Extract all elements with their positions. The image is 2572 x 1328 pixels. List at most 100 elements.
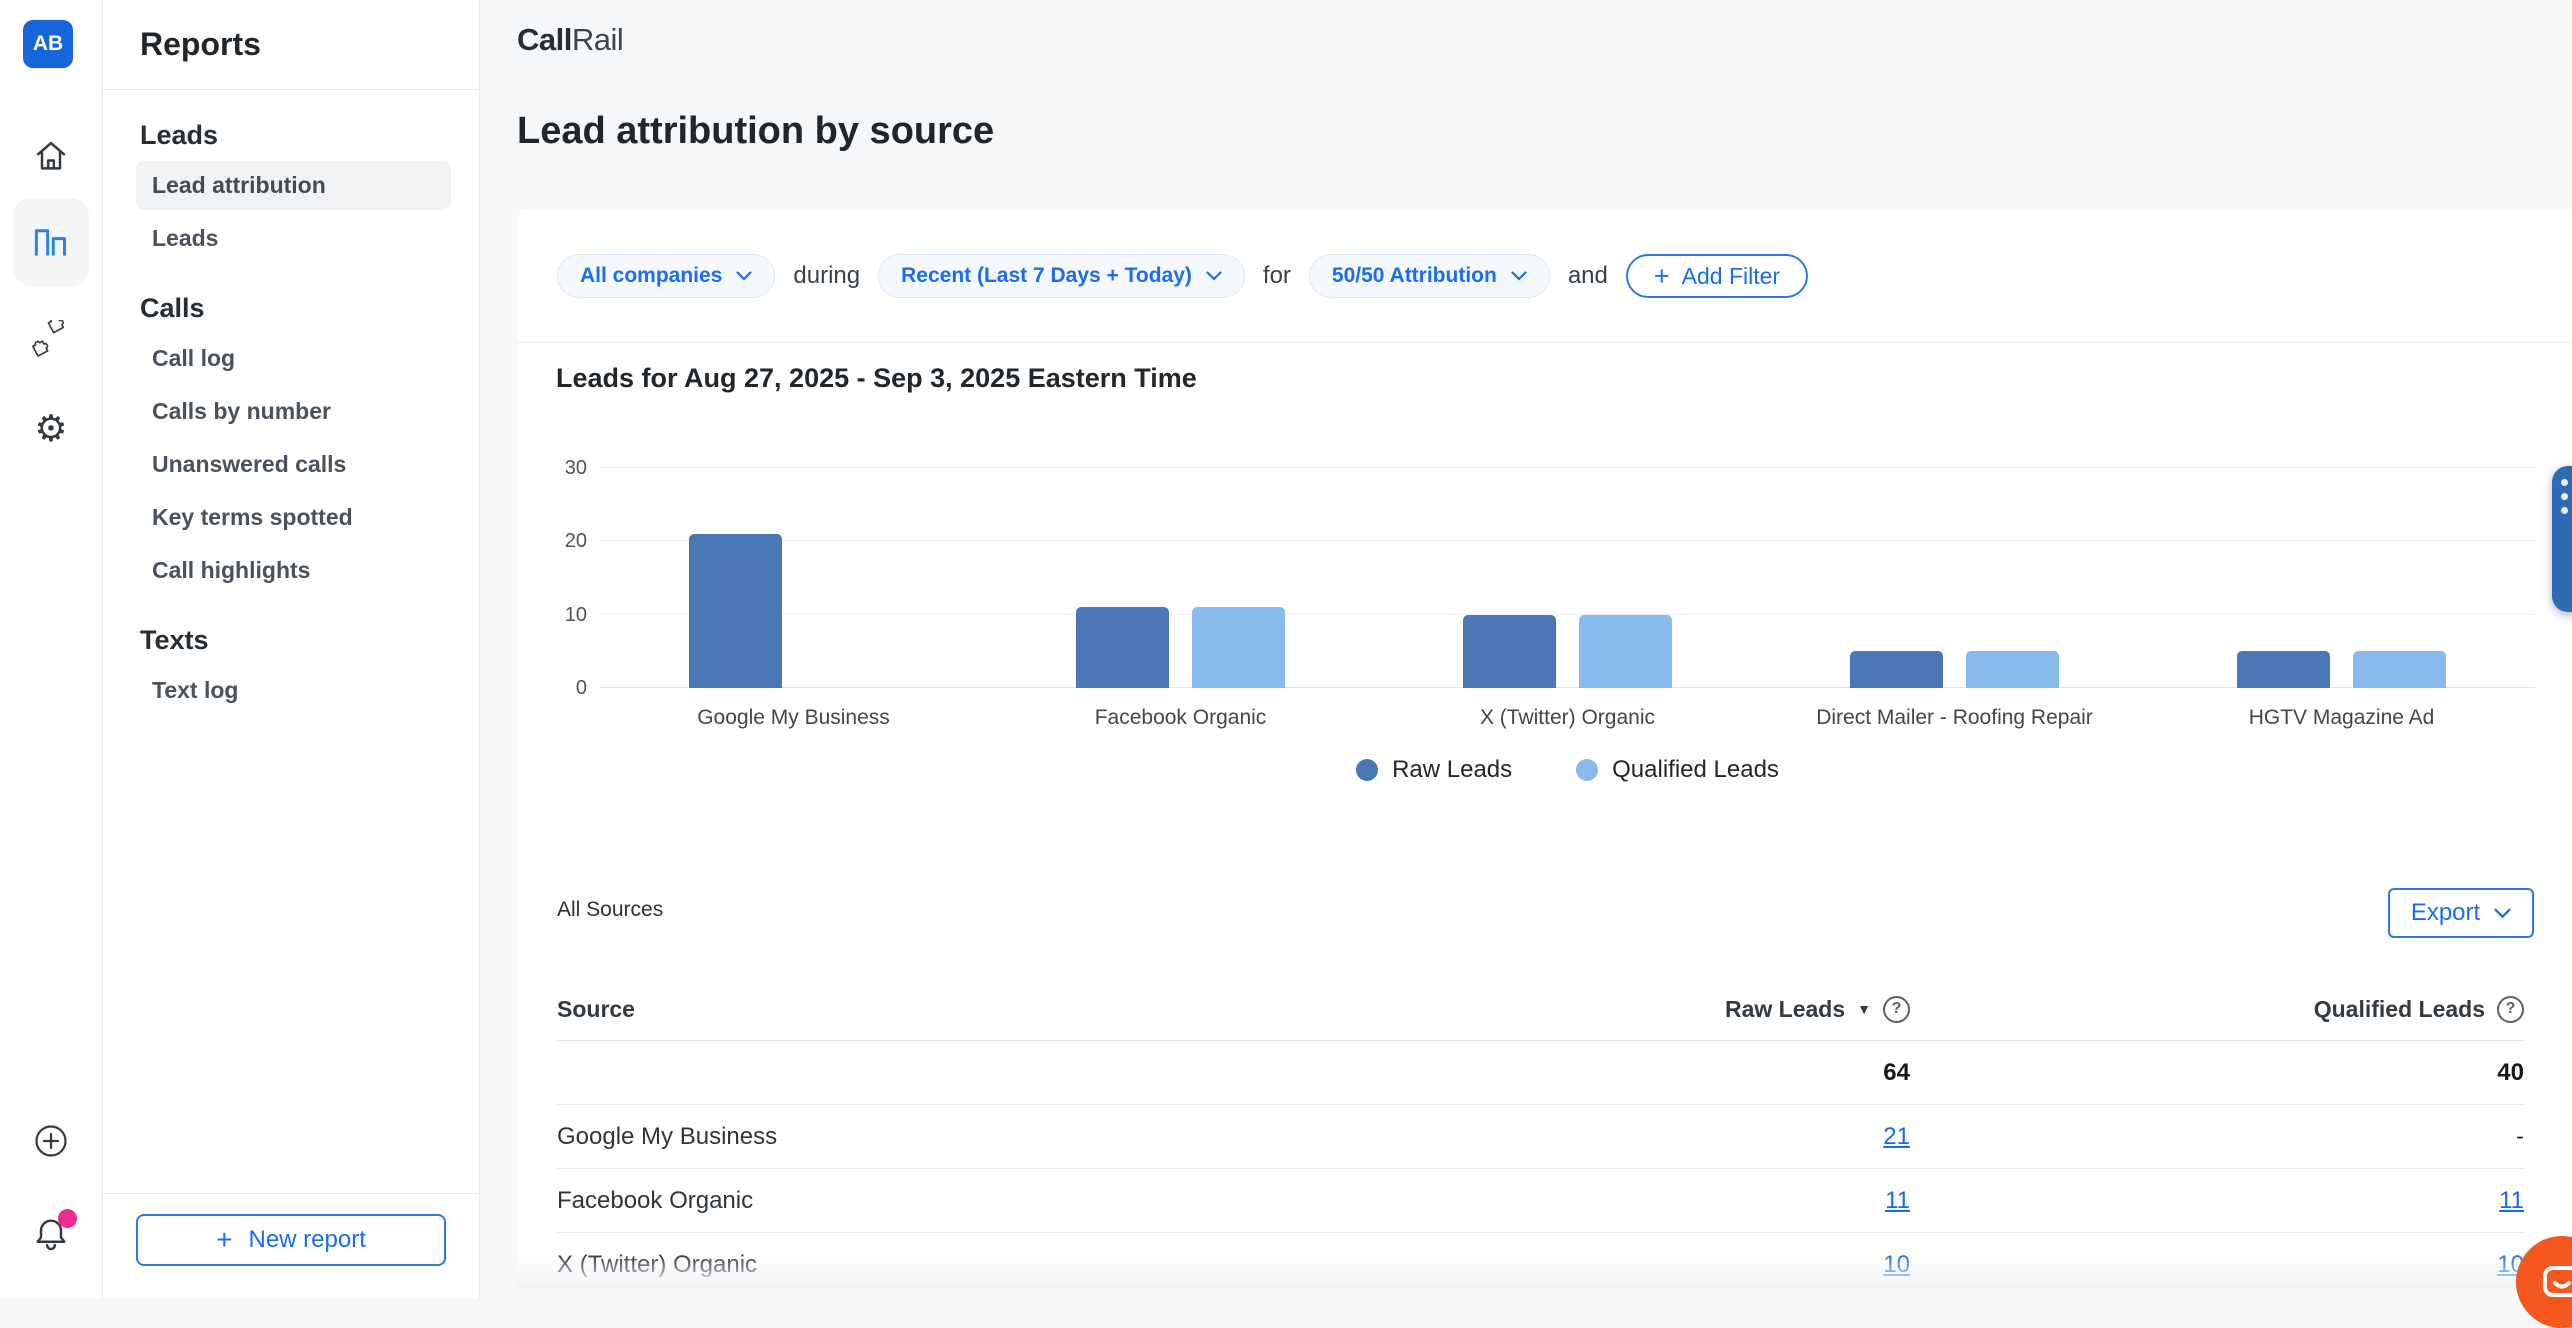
- add-filter-button[interactable]: + Add Filter: [1626, 254, 1808, 298]
- icon-rail: AB ⚙: [0, 0, 103, 1298]
- legend-qualified-leads: Qualified Leads: [1576, 756, 1779, 784]
- sidebar-item-calls-by-number[interactable]: Calls by number: [136, 387, 451, 436]
- qualified-leads-bar: [1966, 651, 2059, 688]
- sidebar-item-call-highlights[interactable]: Call highlights: [136, 546, 451, 595]
- bar-group-x-twitter-organic: [1374, 468, 1761, 688]
- sidebar-footer-divider: [102, 1193, 479, 1194]
- avatar-initials: AB: [33, 32, 63, 56]
- legend-label-raw-leads: Raw Leads: [1392, 756, 1512, 784]
- plus-circle-icon[interactable]: [0, 1124, 102, 1158]
- sort-desc-icon: ▼: [1857, 1001, 1871, 1017]
- qualified-leads-cell: 11: [2499, 1187, 2524, 1215]
- sidebar-item-leads[interactable]: Leads: [136, 214, 451, 263]
- page-title: Lead attribution by source: [517, 110, 994, 153]
- y-tick-10: 10: [565, 603, 587, 627]
- filter-word-and: and: [1568, 262, 1608, 290]
- qualified-leads-cell: -: [2516, 1123, 2524, 1151]
- table-totals-row: 64 40: [557, 1041, 2524, 1105]
- raw-leads-value[interactable]: 10: [1883, 1251, 1910, 1279]
- qualified-leads-value[interactable]: 11: [2499, 1187, 2524, 1215]
- sidebar-divider: [102, 89, 479, 90]
- x-label-facebook-organic: Facebook Organic: [987, 706, 1374, 730]
- bell-icon[interactable]: [0, 1214, 102, 1259]
- account-avatar[interactable]: AB: [23, 20, 73, 68]
- table-row-x-twitter-organic: X (Twitter) Organic1010: [557, 1233, 2524, 1288]
- x-label-google-my-business: Google My Business: [600, 706, 987, 730]
- gear-settings-icon[interactable]: ⚙: [0, 410, 102, 447]
- sidebar-section-leads: Leads: [140, 120, 441, 151]
- sidebar-nav: LeadsLead attributionLeadsCallsCall logC…: [102, 120, 479, 715]
- raw-leads-bar: [1463, 615, 1556, 688]
- legend-dot-qualified-leads: [1576, 759, 1598, 781]
- legend-label-qualified-leads: Qualified Leads: [1612, 756, 1779, 784]
- raw-leads-value[interactable]: 11: [1885, 1187, 1910, 1215]
- card-divider: [517, 342, 2572, 343]
- bar-group-google-my-business: [600, 468, 987, 688]
- main-content: CallRail Lead attribution by source All …: [480, 0, 2572, 1298]
- date-range-dropdown[interactable]: Recent (Last 7 Days + Today): [878, 254, 1245, 298]
- filter-word-for: for: [1263, 262, 1291, 290]
- company-filter-dropdown[interactable]: All companies: [557, 254, 775, 298]
- help-icon[interactable]: ?: [2497, 996, 2524, 1023]
- table-header-row: Source Raw Leads ▼ ? Qualified Leads ?: [557, 978, 2524, 1041]
- raw-leads-cell: 11: [1885, 1187, 1910, 1215]
- export-button[interactable]: Export: [2388, 888, 2534, 938]
- sidebar-item-lead-attribution[interactable]: Lead attribution: [136, 161, 451, 210]
- reports-nav-active-tile[interactable]: [13, 198, 89, 286]
- raw-leads-bar: [689, 534, 782, 688]
- legend-raw-leads: Raw Leads: [1356, 756, 1512, 784]
- attribution-dropdown[interactable]: 50/50 Attribution: [1309, 254, 1550, 298]
- column-header-source[interactable]: Source: [557, 996, 1510, 1023]
- sources-table: Source Raw Leads ▼ ? Qualified Leads ? 6…: [557, 978, 2524, 1288]
- chevron-down-icon: [1206, 271, 1222, 281]
- plus-icon: +: [216, 1226, 232, 1254]
- chevron-down-icon: [2494, 908, 2511, 919]
- app-window: { "app": {"logo_bold": "Call", "logo_lig…: [0, 0, 2572, 1298]
- sidebar-item-unanswered-calls[interactable]: Unanswered calls: [136, 440, 451, 489]
- source-cell: Facebook Organic: [557, 1187, 1510, 1215]
- source-cell: Google My Business: [557, 1123, 1510, 1151]
- sidebar-item-text-log[interactable]: Text log: [136, 666, 451, 715]
- x-label-x-twitter-organic: X (Twitter) Organic: [1374, 706, 1761, 730]
- sidebar-item-call-log[interactable]: Call log: [136, 334, 451, 383]
- filter-bar: All companies during Recent (Last 7 Days…: [557, 254, 1808, 298]
- raw-leads-bar: [1850, 651, 1943, 688]
- qualified-leads-bar: [1192, 607, 1285, 688]
- sidebar-title: Reports: [140, 26, 479, 63]
- home-icon[interactable]: [0, 138, 102, 174]
- table-body: Google My Business 21 - Facebook Organic 11 1…: [557, 1105, 2524, 1288]
- raw-leads-cell: 10: [1883, 1251, 1910, 1279]
- chevron-down-icon: [1511, 271, 1527, 281]
- source-cell: X (Twitter) Organic: [557, 1251, 1510, 1279]
- sidebar-footer: + New report: [102, 1193, 479, 1298]
- bar-group-direct-mailer-roofing-repair: [1761, 468, 2148, 688]
- feedback-side-tab[interactable]: [2552, 466, 2572, 612]
- column-header-raw-leads[interactable]: Raw Leads ▼ ?: [1725, 996, 1910, 1023]
- raw-leads-value[interactable]: 21: [1883, 1123, 1910, 1151]
- chat-bubble-icon: [2539, 1259, 2572, 1305]
- new-report-label: New report: [248, 1226, 365, 1254]
- totals-raw-leads: 64: [1883, 1059, 1910, 1087]
- table-row-google-my-business: Google My Business 21 -: [557, 1105, 2524, 1169]
- sidebar-section-calls: Calls: [140, 293, 441, 324]
- table-row-facebook-organic: Facebook Organic 11 11: [557, 1169, 2524, 1233]
- help-icon[interactable]: ?: [1883, 996, 1910, 1023]
- column-header-qualified-leads[interactable]: Qualified Leads ?: [2314, 996, 2524, 1023]
- puzzle-integrations-icon[interactable]: [0, 320, 102, 362]
- y-tick-20: 20: [565, 529, 587, 553]
- qualified-leads-bar: [2353, 651, 2446, 688]
- reports-sidebar: Reports LeadsLead attributionLeadsCallsC…: [102, 0, 480, 1298]
- x-label-direct-mailer-roofing-repair: Direct Mailer - Roofing Repair: [1761, 706, 2148, 730]
- new-report-button[interactable]: + New report: [136, 1214, 446, 1266]
- bar-chart-reports-icon: [33, 225, 69, 259]
- bar-group-hgtv-magazine-ad: [2148, 468, 2535, 688]
- chevron-down-icon: [736, 271, 752, 281]
- sidebar-item-key-terms-spotted[interactable]: Key terms spotted: [136, 493, 451, 542]
- chart-bar-groups: [600, 468, 2535, 688]
- chart-title: Leads for Aug 27, 2025 - Sep 3, 2025 Eas…: [556, 363, 1197, 394]
- all-sources-label: All Sources: [557, 898, 663, 922]
- qualified-leads-value: -: [2516, 1123, 2524, 1151]
- totals-qualified-leads: 40: [2497, 1059, 2524, 1087]
- report-card: All companies during Recent (Last 7 Days…: [517, 210, 2572, 1288]
- drag-dots-icon: [2561, 479, 2572, 514]
